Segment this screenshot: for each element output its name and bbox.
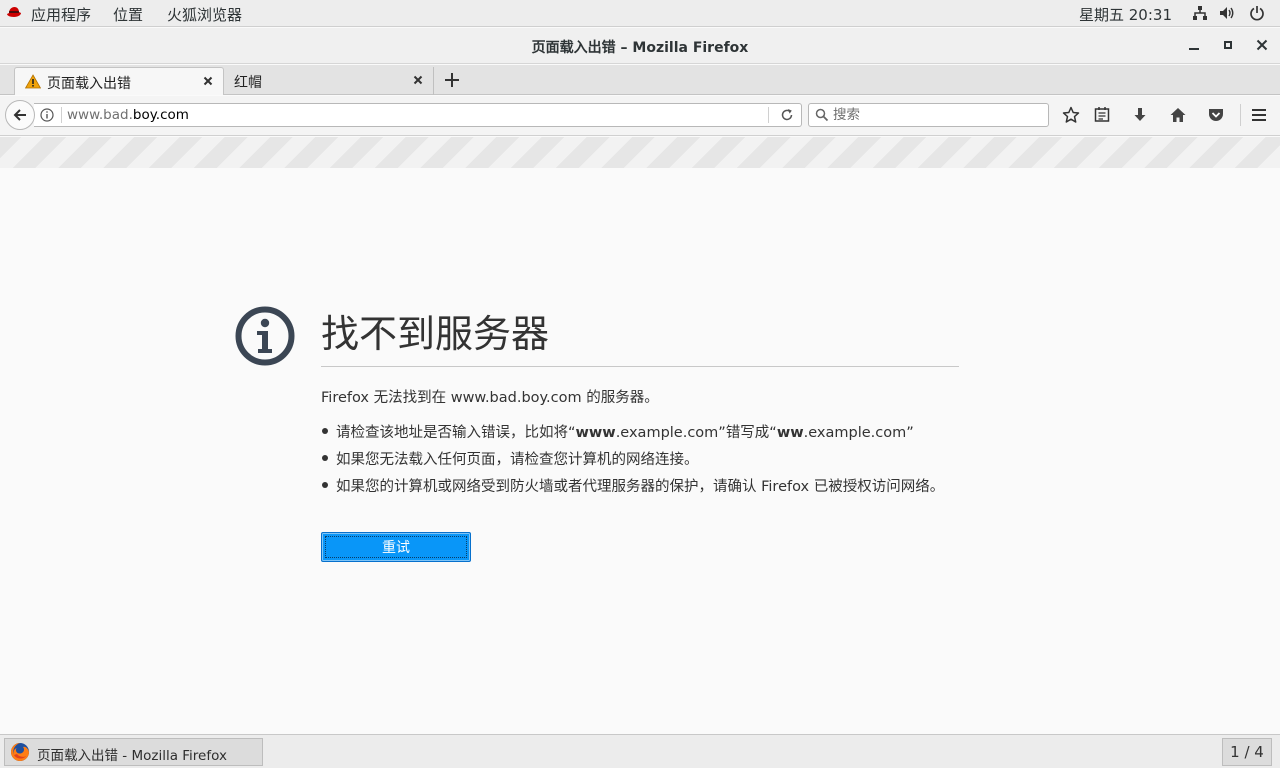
back-button[interactable] [5,100,35,130]
url-prefix: www.bad. [67,107,133,123]
tab-redhat[interactable]: 红帽 [226,67,434,95]
url-domain: boy.com [132,107,189,123]
error-stripe-banner [0,137,1280,168]
taskbar-window-label: 页面载入出错 - Mozilla Firefox [37,748,227,764]
suggestion-item: 如果您的计算机或网络受到防火墙或者代理服务器的保护，请确认 Firefox 已被… [321,475,944,502]
home-icon[interactable] [1169,106,1187,124]
window-title: 页面载入出错 – Mozilla Firefox [531,40,749,56]
error-title: 找不到服务器 [321,312,550,356]
taskbar-window-firefox[interactable]: 页面载入出错 - Mozilla Firefox [4,738,263,766]
tab-page-load-error[interactable]: 页面载入出错 [14,67,224,95]
bookmark-star-icon[interactable] [1062,106,1080,124]
workspace-indicator[interactable]: 1 / 4 [1222,738,1272,766]
window-titlebar[interactable]: 页面载入出错 – Mozilla Firefox [0,28,1280,64]
menu-applications[interactable]: 应用程序 [31,4,91,25]
menu-places[interactable]: 位置 [113,4,143,25]
focus-ring [325,536,467,558]
suggestion-bold: ww [776,425,804,441]
bottom-taskbar: 页面载入出错 - Mozilla Firefox 1 / 4 [0,734,1280,768]
network-icon[interactable] [1192,5,1208,21]
volume-icon[interactable] [1219,5,1235,21]
hamburger-menu-icon[interactable] [1250,106,1268,124]
top-panel: 应用程序 位置 火狐浏览器 星期五 20:31 [0,0,1280,27]
suggestion-text: .example.com” [803,425,914,441]
new-tab-plus-icon[interactable] [443,71,461,89]
reload-icon[interactable] [780,108,794,122]
suggestion-text: .example.com”错写成“ [615,425,777,441]
title-divider [321,366,959,367]
suggestion-text: 请检查该地址是否输入错误，比如将“ [336,425,576,441]
reload-separator [768,107,769,123]
menu-firefox[interactable]: 火狐浏览器 [167,4,242,25]
suggestion-item: 请检查该地址是否输入错误，比如将“www.example.com”错写成“ww.… [321,421,944,448]
navigation-toolbar: www.bad.boy.com [0,96,1280,136]
power-icon[interactable] [1249,5,1265,21]
pocket-icon[interactable] [1207,106,1225,124]
close-window-icon[interactable] [1255,38,1269,52]
error-description: Firefox 无法找到在 www.bad.boy.com 的服务器。 [321,390,659,406]
minimize-icon[interactable] [1187,38,1201,52]
toolbar-separator [1240,104,1241,126]
search-bar[interactable] [808,103,1049,127]
suggestion-text: 如果您的计算机或网络受到防火墙或者代理服务器的保护，请确认 Firefox 已被… [336,479,945,495]
suggestion-item: 如果您无法载入任何页面，请检查您计算机的网络连接。 [321,448,944,475]
bookmarks-menu-icon[interactable] [1093,106,1111,124]
firefox-icon [11,743,29,761]
tab-bar: 页面载入出错 红帽 [0,65,1280,95]
search-input[interactable] [833,106,1043,124]
close-tab-icon[interactable] [201,74,215,88]
search-icon [815,108,829,122]
tab-label: 红帽 [234,75,262,91]
back-arrow-icon [13,109,26,121]
close-tab-icon[interactable] [411,73,425,87]
downloads-icon[interactable] [1131,106,1149,124]
redhat-logo-icon[interactable] [6,6,22,20]
suggestion-bold: www [575,425,616,441]
url-bar[interactable]: www.bad.boy.com [34,103,802,127]
retry-button[interactable]: 重试 [321,532,471,562]
info-icon [235,306,295,366]
url-separator [61,107,62,123]
error-suggestions: 请检查该地址是否输入错误，比如将“www.example.com”错写成“ww.… [321,421,944,502]
clock[interactable]: 星期五 20:31 [1079,4,1172,25]
page-content: 找不到服务器 Firefox 无法找到在 www.bad.boy.com 的服务… [0,137,1280,734]
tab-label: 页面载入出错 [47,76,131,92]
url-input[interactable]: www.bad.boy.com [67,107,189,123]
site-info-icon[interactable] [40,108,54,122]
maximize-icon[interactable] [1221,38,1235,52]
warning-icon [25,74,41,89]
suggestion-text: 如果您无法载入任何页面，请检查您计算机的网络连接。 [336,452,699,468]
